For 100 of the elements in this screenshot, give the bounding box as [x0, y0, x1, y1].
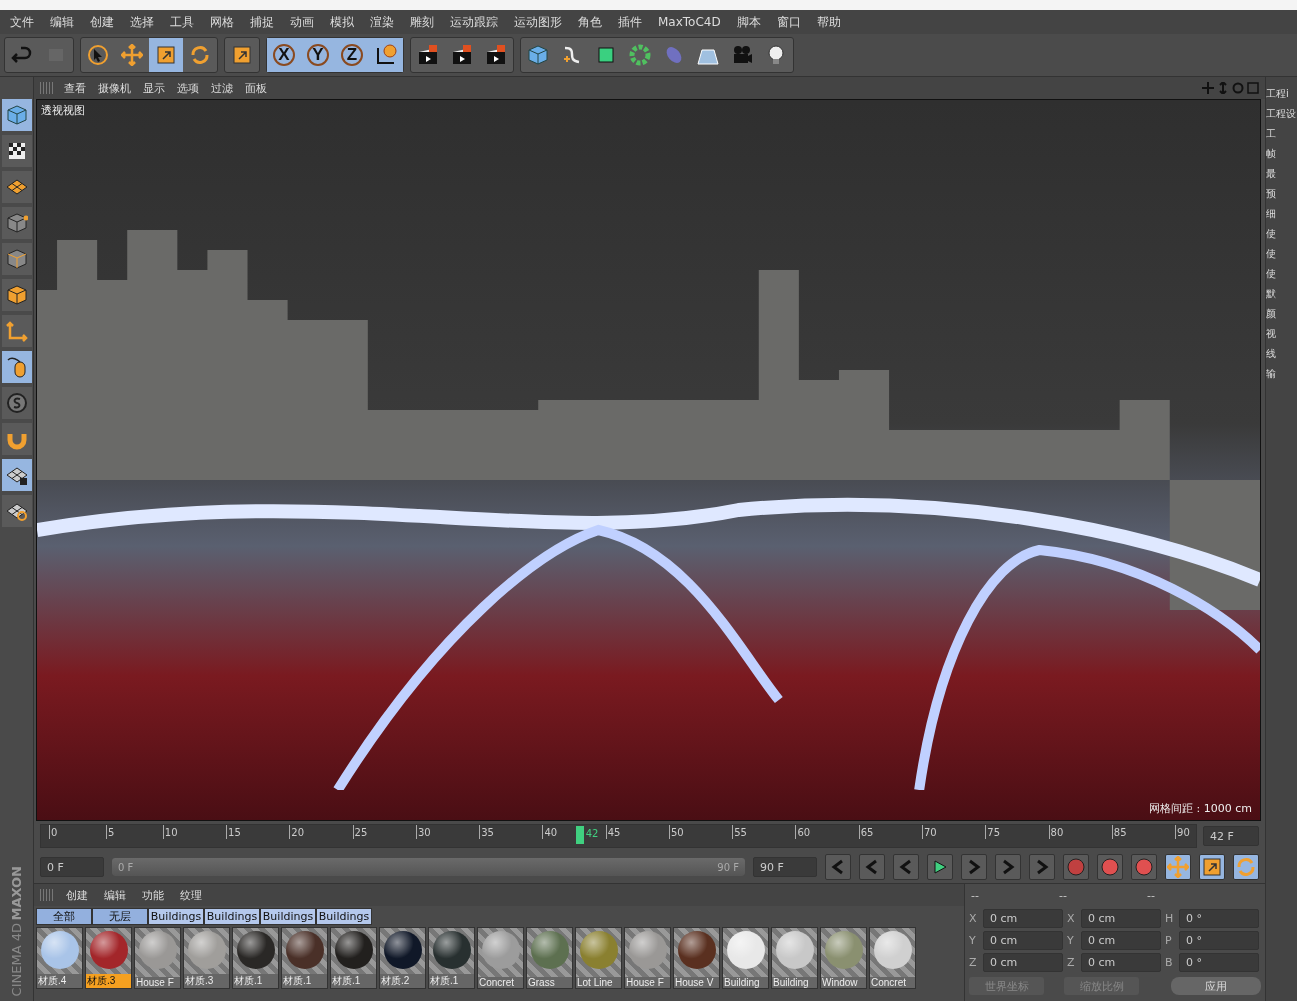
viewport-menu-item[interactable]: 过滤	[205, 80, 239, 96]
position-field[interactable]: 0 cm	[983, 953, 1063, 972]
menu-item[interactable]: 编辑	[42, 13, 82, 31]
record-button[interactable]	[1131, 854, 1157, 880]
material-thumbnail[interactable]: House F	[624, 927, 671, 989]
menu-item[interactable]: 运动图形	[506, 13, 570, 31]
material-thumbnail[interactable]: Lot Line	[575, 927, 622, 989]
material-thumbnail[interactable]: 材质.1	[330, 927, 377, 989]
menu-item[interactable]: 渲染	[362, 13, 402, 31]
material-thumbnail[interactable]: 材质.1	[232, 927, 279, 989]
layer-tab[interactable]: 全部	[36, 908, 92, 925]
playhead[interactable]	[575, 826, 584, 844]
menu-item[interactable]: 插件	[610, 13, 650, 31]
material-thumbnail[interactable]: Grass	[526, 927, 573, 989]
layer-tab[interactable]: 无层	[92, 908, 148, 925]
material-thumbnail[interactable]: Building	[771, 927, 818, 989]
size-field[interactable]: 0 cm	[1081, 953, 1161, 972]
start-frame-field[interactable]: 0 F	[40, 857, 104, 877]
playback-button[interactable]	[825, 854, 851, 880]
layer-tab[interactable]: Buildings	[204, 908, 260, 925]
material-thumbnail[interactable]: Building	[722, 927, 769, 989]
menu-item[interactable]: MaxToC4D	[650, 15, 729, 29]
material-thumbnail[interactable]: Window	[820, 927, 867, 989]
tool-button[interactable]	[1, 171, 32, 203]
material-thumbnail[interactable]: 材质.4	[36, 927, 83, 989]
material-thumbnail[interactable]: 材质.1	[281, 927, 328, 989]
key-filter-button[interactable]	[1233, 854, 1259, 880]
apply-button[interactable]: 应用	[1171, 977, 1261, 995]
viewport-menu-item[interactable]: 摄像机	[92, 80, 137, 96]
playback-button[interactable]	[893, 854, 919, 880]
menu-item[interactable]: 窗口	[768, 13, 809, 31]
rotation-field[interactable]: 0 °	[1179, 953, 1259, 972]
tool-button[interactable]	[1, 495, 32, 527]
material-thumbnail[interactable]: 材质.3	[85, 927, 132, 989]
material-thumbnail[interactable]: House F	[134, 927, 181, 989]
panel-label: 帧	[1266, 147, 1277, 161]
key-filter-button[interactable]	[1199, 854, 1225, 880]
playback-button[interactable]	[995, 854, 1021, 880]
material-menu-item[interactable]: 创建	[58, 887, 96, 903]
layer-tab[interactable]: Buildings	[316, 908, 372, 925]
menu-item[interactable]: 雕刻	[402, 13, 442, 31]
move-icon	[121, 44, 143, 66]
tool-button[interactable]	[1, 459, 32, 491]
material-name: 材质.1	[233, 974, 278, 988]
position-field[interactable]: 0 cm	[983, 931, 1063, 950]
viewport-menu-item[interactable]: 显示	[137, 80, 171, 96]
current-frame-field[interactable]: 42 F	[1203, 826, 1259, 846]
viewport-menu-item[interactable]: 选项	[171, 80, 205, 96]
menu-item[interactable]: 模拟	[322, 13, 362, 31]
record-button[interactable]	[1063, 854, 1089, 880]
menu-item[interactable]: 网格	[202, 13, 242, 31]
array-icon	[629, 44, 651, 66]
menu-item[interactable]: 捕捉	[242, 13, 282, 31]
menu-item[interactable]: 创建	[82, 13, 122, 31]
material-menu-item[interactable]: 功能	[134, 887, 172, 903]
axis-icon	[273, 44, 295, 66]
timeline-ruler[interactable]: 0 5 10 15 20 25 30 35 40 42 45 50 55 60 65 70 75 80 85 90	[40, 824, 1197, 848]
menu-item[interactable]: 角色	[570, 13, 610, 31]
frame-tick-label: 30	[415, 825, 431, 839]
toolbar-button[interactable]: X	[267, 38, 301, 72]
position-field[interactable]: 0 cm	[983, 909, 1063, 928]
material-thumbnail[interactable]: Concret	[477, 927, 524, 989]
viewport-menu-item[interactable]: 面板	[239, 80, 273, 96]
playback-button[interactable]	[1029, 854, 1055, 880]
menu-item[interactable]: 帮助	[808, 13, 849, 31]
play-button[interactable]	[927, 854, 953, 880]
material-thumbnail[interactable]: 材质.1	[428, 927, 475, 989]
playback-button[interactable]	[859, 854, 885, 880]
menu-item[interactable]: 脚本	[728, 13, 769, 31]
material-thumbnail[interactable]: 材质.2	[379, 927, 426, 989]
toolbar-button[interactable]: Z	[335, 38, 369, 72]
frame-tick-label: 25	[352, 825, 368, 839]
menu-item[interactable]: 运动跟踪	[442, 13, 506, 31]
size-field[interactable]: 0 cm	[1081, 909, 1161, 928]
material-thumbnail[interactable]: House V	[673, 927, 720, 989]
material-menu-item[interactable]: 编辑	[96, 887, 134, 903]
toolbar-button[interactable]: Y	[301, 38, 335, 72]
axis-label: Z	[969, 956, 978, 969]
menu-item[interactable]: 工具	[162, 13, 202, 31]
rotation-field[interactable]: 0 °	[1179, 909, 1259, 928]
size-field[interactable]: 0 cm	[1081, 931, 1161, 950]
layer-tab[interactable]: Buildings	[260, 908, 316, 925]
rotation-field[interactable]: 0 °	[1179, 931, 1259, 950]
viewport-menu-item[interactable]: 查看	[58, 80, 92, 96]
tool-button[interactable]	[1, 279, 32, 311]
menu-item[interactable]: 文件	[2, 13, 42, 31]
toolbar-button[interactable]	[369, 38, 403, 72]
end-frame-field[interactable]: 90 F	[753, 857, 817, 877]
key-filter-button[interactable]	[1165, 854, 1191, 880]
record-button[interactable]	[1097, 854, 1123, 880]
material-name: 材质.2	[380, 974, 425, 988]
material-thumbnail[interactable]: 材质.3	[183, 927, 230, 989]
tool-button[interactable]	[1, 135, 32, 167]
axis-label: B	[1165, 956, 1174, 969]
layer-tab[interactable]: Buildings	[148, 908, 204, 925]
material-menu-item[interactable]: 纹理	[172, 887, 210, 903]
menu-item[interactable]: 选择	[122, 13, 162, 31]
material-thumbnail[interactable]: Concret	[869, 927, 916, 989]
menu-item[interactable]: 动画	[282, 13, 322, 31]
playback-button[interactable]	[961, 854, 987, 880]
